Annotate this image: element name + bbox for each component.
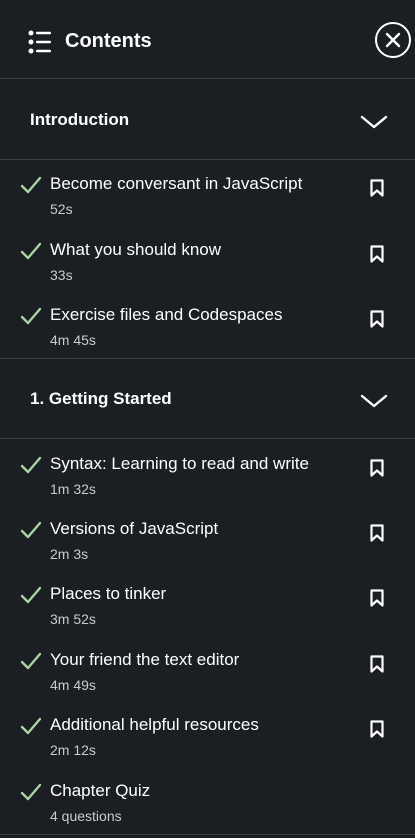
item-questions: 4 questions: [50, 808, 122, 824]
chevron-down-icon[interactable]: [360, 393, 388, 414]
bookmark-icon[interactable]: [370, 459, 384, 482]
list-item[interactable]: Syntax: Learning to read and write 1m 32…: [0, 442, 415, 507]
item-duration: 33s: [50, 267, 73, 283]
list-icon: [28, 28, 52, 56]
check-icon: [20, 650, 42, 677]
item-duration: 4m 45s: [50, 332, 96, 348]
bookmark-icon[interactable]: [370, 655, 384, 678]
check-icon: [20, 174, 42, 201]
item-title[interactable]: Your friend the text editor: [50, 650, 239, 670]
item-duration: 2m 12s: [50, 742, 96, 758]
check-icon: [20, 715, 42, 742]
bookmark-icon[interactable]: [370, 179, 384, 202]
chevron-down-icon[interactable]: [360, 114, 388, 135]
item-title[interactable]: Places to tinker: [50, 584, 166, 604]
bookmark-icon[interactable]: [370, 245, 384, 268]
page-title: Contents: [65, 30, 152, 52]
item-title[interactable]: Become conversant in JavaScript: [50, 174, 302, 194]
contents-panel: Contents Introduction Become conversant …: [0, 0, 415, 838]
list-item[interactable]: Your friend the text editor 4m 49s: [0, 638, 415, 703]
item-title[interactable]: Syntax: Learning to read and write: [50, 454, 309, 474]
item-duration: 1m 32s: [50, 481, 96, 497]
item-title[interactable]: Versions of JavaScript: [50, 519, 218, 539]
check-icon: [20, 519, 42, 546]
list-item[interactable]: Chapter Quiz 4 questions: [0, 769, 415, 834]
item-title[interactable]: Chapter Quiz: [50, 781, 150, 801]
check-icon: [20, 454, 42, 481]
item-title[interactable]: What you should know: [50, 240, 221, 260]
section-header-introduction[interactable]: Introduction: [0, 80, 415, 160]
bookmark-icon[interactable]: [370, 524, 384, 547]
contents-header: Contents: [0, 0, 415, 79]
close-button[interactable]: [375, 22, 411, 58]
bookmark-icon[interactable]: [370, 720, 384, 743]
item-title[interactable]: Additional helpful resources: [50, 715, 259, 735]
item-duration: 52s: [50, 201, 73, 217]
divider: [0, 834, 415, 835]
list-item[interactable]: Become conversant in JavaScript 52s: [0, 162, 415, 227]
item-duration: 4m 49s: [50, 677, 96, 693]
check-icon: [20, 584, 42, 611]
check-icon: [20, 781, 42, 808]
section-title: 1. Getting Started: [30, 389, 172, 408]
section-title: Introduction: [30, 110, 130, 129]
item-duration: 2m 3s: [50, 546, 89, 562]
check-icon: [20, 305, 42, 332]
list-item[interactable]: Versions of JavaScript 2m 3s: [0, 507, 415, 572]
section-header-getting-started[interactable]: 1. Getting Started: [0, 359, 415, 439]
list-item[interactable]: Exercise files and Codespaces 4m 45s: [0, 293, 415, 358]
list-item[interactable]: Additional helpful resources 2m 12s: [0, 703, 415, 768]
bookmark-icon[interactable]: [370, 310, 384, 333]
item-title[interactable]: Exercise files and Codespaces: [50, 305, 282, 325]
bookmark-icon[interactable]: [370, 589, 384, 612]
list-item[interactable]: Places to tinker 3m 52s: [0, 572, 415, 637]
list-item[interactable]: What you should know 33s: [0, 228, 415, 293]
item-duration: 3m 52s: [50, 611, 96, 627]
check-icon: [20, 240, 42, 267]
